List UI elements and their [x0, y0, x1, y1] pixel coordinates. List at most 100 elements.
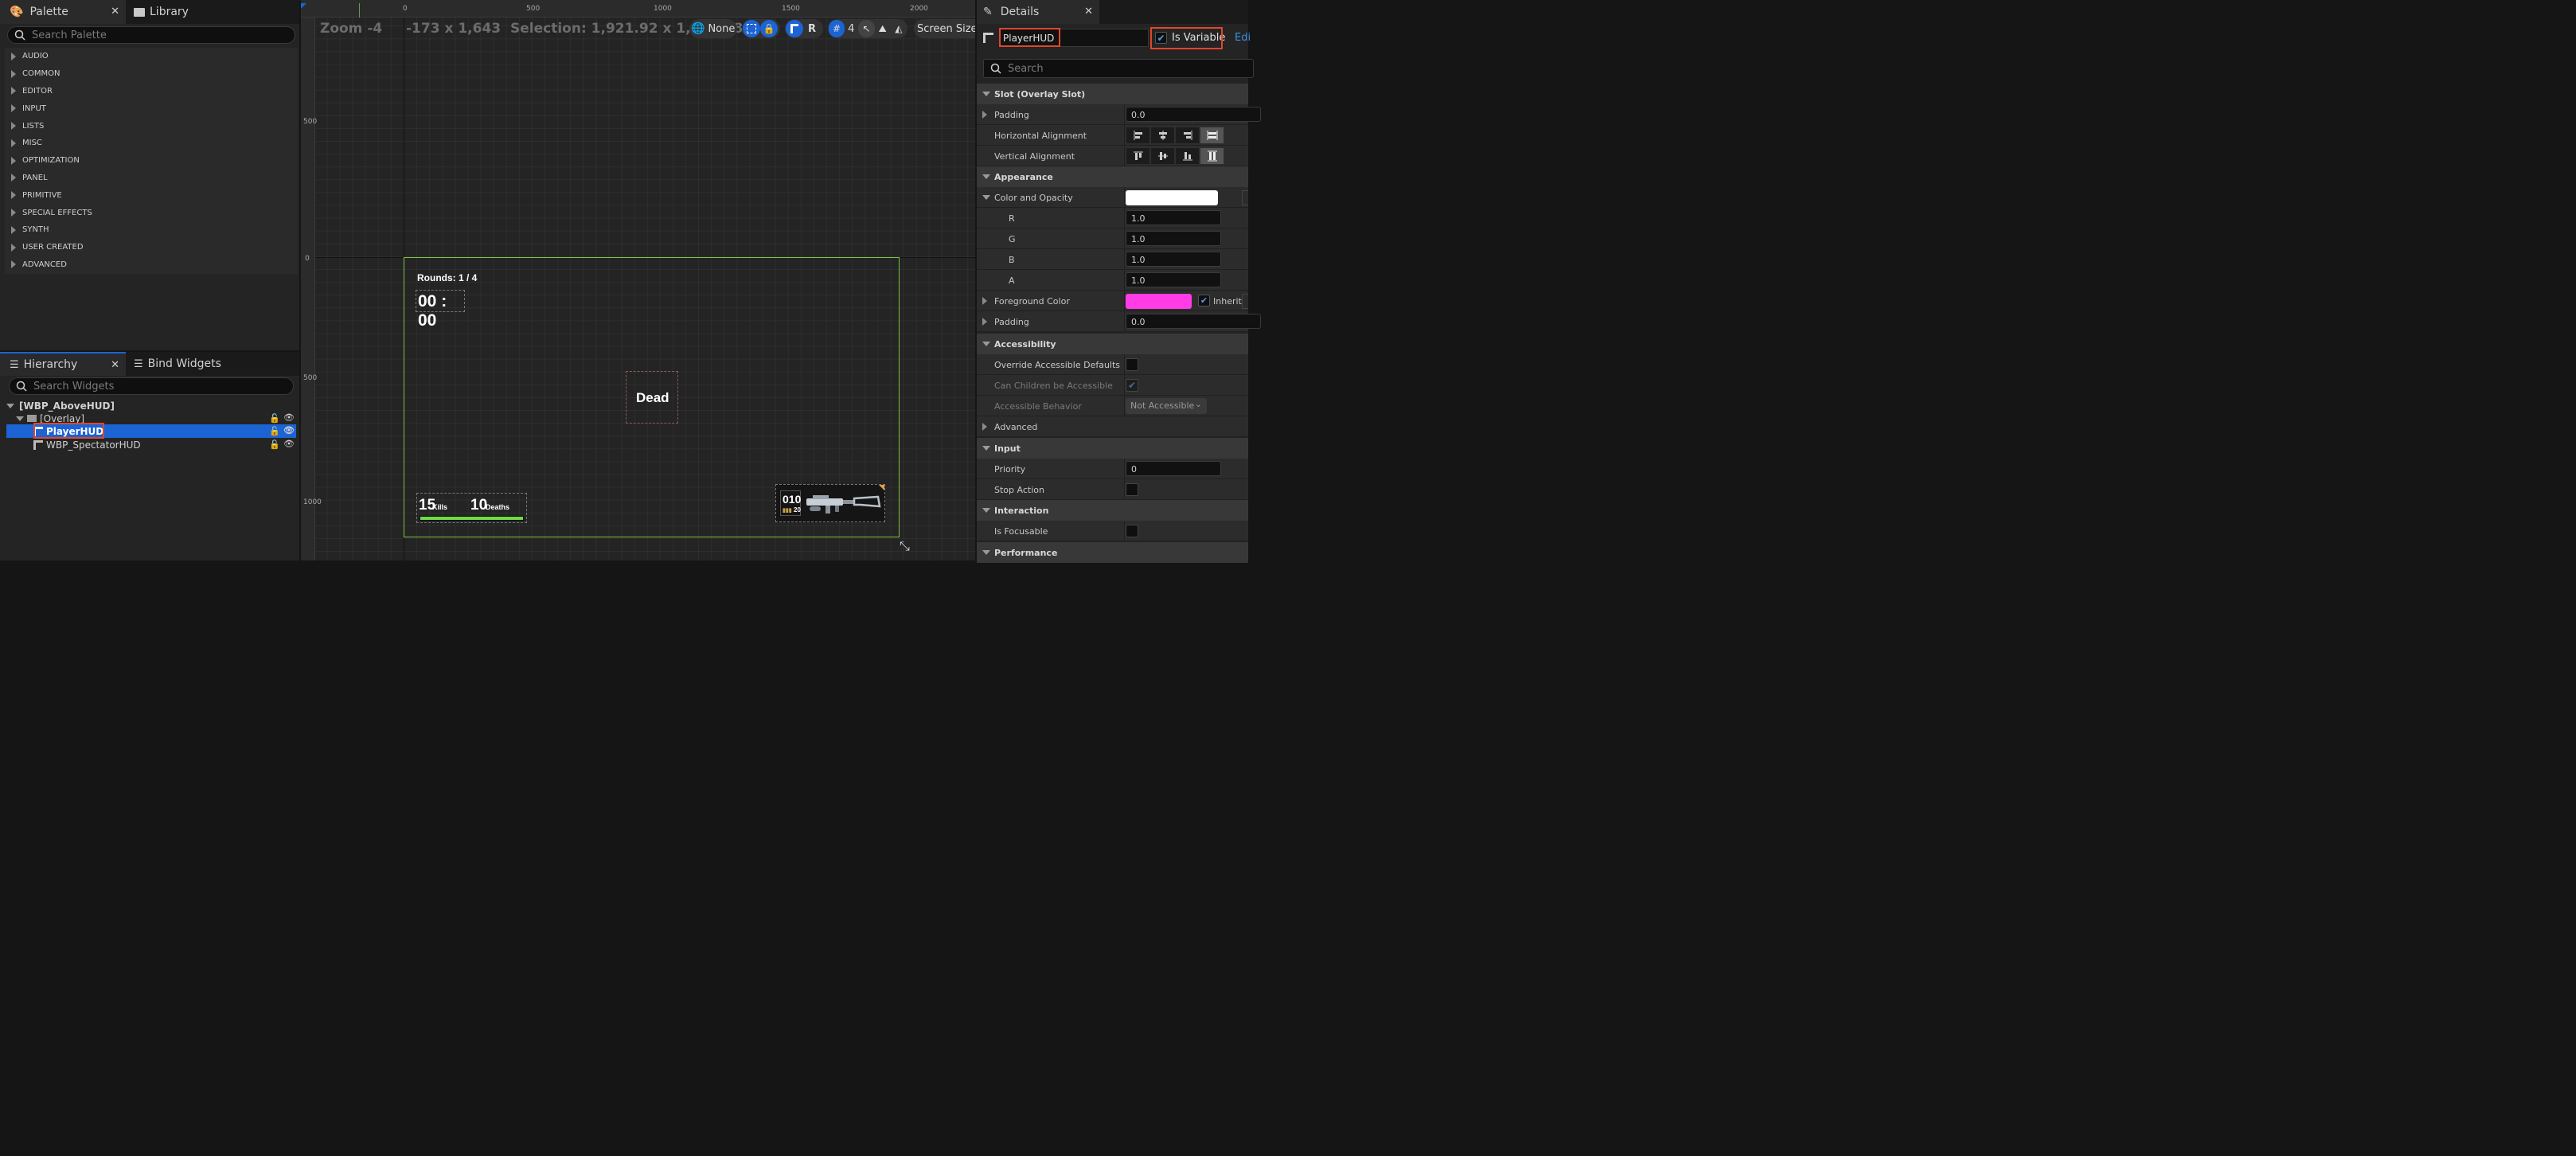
tab-bind-widgets[interactable]: ☰ Bind Widgets — [127, 352, 247, 376]
palette-category[interactable]: INPUT — [5, 100, 298, 117]
details-search-input[interactable] — [1008, 62, 1231, 75]
palette-category[interactable]: ADVANCED — [5, 256, 298, 274]
expand-icon[interactable] — [11, 260, 16, 269]
color-swatch[interactable] — [1126, 190, 1218, 205]
align-vfill-icon[interactable] — [1200, 147, 1224, 165]
collapse-icon[interactable] — [982, 550, 990, 555]
collapse-icon[interactable] — [982, 195, 990, 200]
align-center-icon[interactable] — [1150, 127, 1175, 144]
palette-category[interactable]: PANEL — [5, 170, 298, 187]
expand-icon[interactable] — [16, 416, 24, 421]
collapse-icon[interactable] — [982, 446, 990, 451]
g-field[interactable]: 1.0 — [1126, 231, 1221, 246]
tree-item-spectatorhud[interactable]: WBP_SpectatorHUD 🔓 👁 — [6, 438, 296, 451]
tab-details[interactable]: ✎ Details ✕ — [977, 0, 1099, 24]
triangle-icon[interactable]: ◭ — [891, 20, 907, 37]
palette-category[interactable]: SYNTH — [5, 221, 298, 239]
respect-locks-button[interactable]: R — [803, 20, 821, 37]
align-left-icon[interactable] — [1126, 127, 1150, 144]
b-field[interactable]: 1.0 — [1126, 252, 1221, 267]
focusable-checkbox[interactable] — [1126, 525, 1138, 537]
localization-dropdown[interactable]: 🌐 None — [689, 19, 737, 38]
collapse-icon[interactable] — [982, 508, 990, 513]
expand-icon[interactable] — [11, 69, 16, 78]
palette-search-input[interactable] — [32, 29, 271, 41]
widget-canvas[interactable]: Rounds: 1 / 4 00 : 00 Dead 15 Kills 10 D… — [404, 257, 900, 537]
foreground-color-swatch[interactable] — [1126, 294, 1192, 309]
align-top-icon[interactable] — [1126, 147, 1150, 165]
lock-icon[interactable]: 🔓 — [269, 439, 280, 450]
score-box[interactable]: 15 Kills 10 Deaths — [416, 493, 527, 523]
collapse-icon[interactable] — [982, 174, 990, 179]
r-field[interactable]: 1.0 — [1126, 210, 1221, 225]
timer-box[interactable]: 00 : 00 — [416, 290, 465, 330]
expand-icon[interactable] — [6, 403, 14, 408]
expand-icon[interactable] — [11, 174, 16, 182]
expand-icon[interactable] — [11, 225, 16, 234]
eye-icon[interactable]: 👁 — [283, 439, 295, 449]
palette-category[interactable]: OPTIMIZATION — [5, 152, 298, 170]
section-slot[interactable]: Slot (Overlay Slot) — [977, 84, 1248, 104]
palette-category[interactable]: USER CREATED — [5, 239, 298, 256]
widget-search-input[interactable] — [33, 380, 269, 392]
expand-icon[interactable] — [11, 156, 16, 165]
marquee-select-icon[interactable] — [743, 20, 760, 37]
palette-category[interactable]: COMMON — [5, 65, 298, 83]
collapse-icon[interactable] — [982, 342, 990, 346]
resize-handle-icon[interactable]: ⤡ — [900, 538, 910, 554]
expand-icon[interactable] — [982, 318, 987, 326]
close-icon[interactable]: ✕ — [111, 6, 119, 18]
expand-icon[interactable] — [11, 209, 16, 217]
expand-icon[interactable] — [11, 122, 16, 131]
prop-advanced[interactable]: Advanced — [977, 416, 1248, 437]
grid-size[interactable]: 4 — [848, 23, 854, 35]
palette-category[interactable]: EDITOR — [5, 83, 298, 100]
stop-action-checkbox[interactable] — [1126, 483, 1138, 496]
palette-category[interactable]: LISTS — [5, 117, 298, 135]
section-input[interactable]: Input — [977, 438, 1248, 459]
expand-icon[interactable] — [11, 243, 16, 252]
section-interaction[interactable]: Interaction — [977, 500, 1248, 521]
weapon-box[interactable]: 010 ▮▮▮ 20 — [775, 484, 885, 522]
align-middle-icon[interactable] — [1150, 147, 1175, 165]
palette-category[interactable]: SPECIAL EFFECTS — [5, 204, 298, 221]
grid-icon[interactable]: # — [829, 20, 845, 37]
lock-icon[interactable]: 🔒 — [760, 20, 778, 37]
align-fill-icon[interactable] — [1200, 127, 1224, 144]
tab-hierarchy[interactable]: ☰ Hierarchy ✕ — [0, 352, 126, 376]
lock-icon[interactable]: 🔓 — [269, 426, 280, 436]
section-appearance[interactable]: Appearance — [977, 166, 1248, 187]
expand-icon[interactable] — [982, 111, 987, 119]
expand-icon[interactable] — [11, 104, 16, 113]
eye-icon[interactable]: 👁 — [283, 425, 295, 435]
a-field[interactable]: 1.0 — [1126, 272, 1221, 287]
close-icon[interactable]: ✕ — [1084, 6, 1093, 18]
color-picker-button[interactable] — [1242, 190, 1248, 205]
tab-palette[interactable]: 🎨 Palette ✕ — [0, 0, 126, 24]
color-picker-button[interactable] — [1242, 294, 1248, 309]
edit-link[interactable]: Edi — [1235, 32, 1251, 44]
eye-icon[interactable]: 👁 — [283, 412, 295, 423]
expand-icon[interactable] — [11, 87, 16, 96]
designer-viewport[interactable]: 0 500 1000 1500 2000 500 0 500 1000 Zoom… — [301, 0, 975, 560]
lock-icon[interactable]: 🔓 — [269, 413, 280, 424]
tree-root[interactable]: [WBP_AboveHUD] — [6, 399, 296, 412]
priority-field[interactable]: 0 — [1126, 461, 1221, 476]
padding-field[interactable]: 0.0 — [1126, 107, 1261, 122]
image-icon[interactable]: ⛰ — [875, 20, 891, 37]
cursor-icon[interactable]: ↖ — [858, 20, 875, 37]
palette-search[interactable] — [7, 26, 295, 44]
expand-icon[interactable] — [11, 139, 16, 147]
screen-size-dropdown[interactable]: Screen Size — [914, 19, 975, 38]
palette-category[interactable]: AUDIO — [5, 48, 298, 65]
close-icon[interactable]: ✕ — [111, 359, 119, 371]
details-search[interactable] — [983, 59, 1254, 78]
expand-icon[interactable] — [11, 191, 16, 200]
section-performance[interactable]: Performance — [977, 542, 1248, 563]
override-checkbox[interactable] — [1126, 358, 1138, 371]
collapse-icon[interactable] — [982, 92, 990, 96]
layout-icon[interactable] — [786, 20, 803, 37]
align-bottom-icon[interactable] — [1175, 147, 1200, 165]
palette-category[interactable]: MISC — [5, 135, 298, 152]
align-right-icon[interactable] — [1175, 127, 1200, 144]
